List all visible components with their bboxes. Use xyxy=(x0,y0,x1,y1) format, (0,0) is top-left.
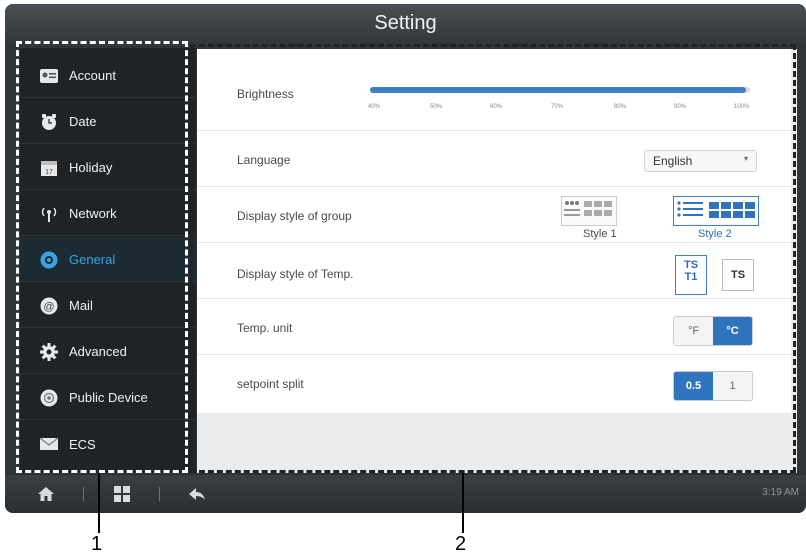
window-title: Setting xyxy=(5,4,806,42)
content-region-marker xyxy=(190,44,796,473)
bottom-bar-divider xyxy=(159,487,160,501)
callout-2-line xyxy=(462,473,464,533)
callout-1-label: 1 xyxy=(91,533,103,555)
clock-time: 3:19 AM xyxy=(762,487,799,498)
bottom-bar: 3:19 AM xyxy=(5,475,806,513)
sidebar-region-marker xyxy=(16,41,188,473)
grid-menu-icon[interactable] xyxy=(113,485,131,503)
bottom-bar-divider xyxy=(83,487,84,501)
back-arrow-icon[interactable] xyxy=(188,485,206,503)
home-icon[interactable] xyxy=(37,485,55,503)
callout-1-line xyxy=(98,473,100,533)
callout-2-label: 2 xyxy=(455,533,467,555)
